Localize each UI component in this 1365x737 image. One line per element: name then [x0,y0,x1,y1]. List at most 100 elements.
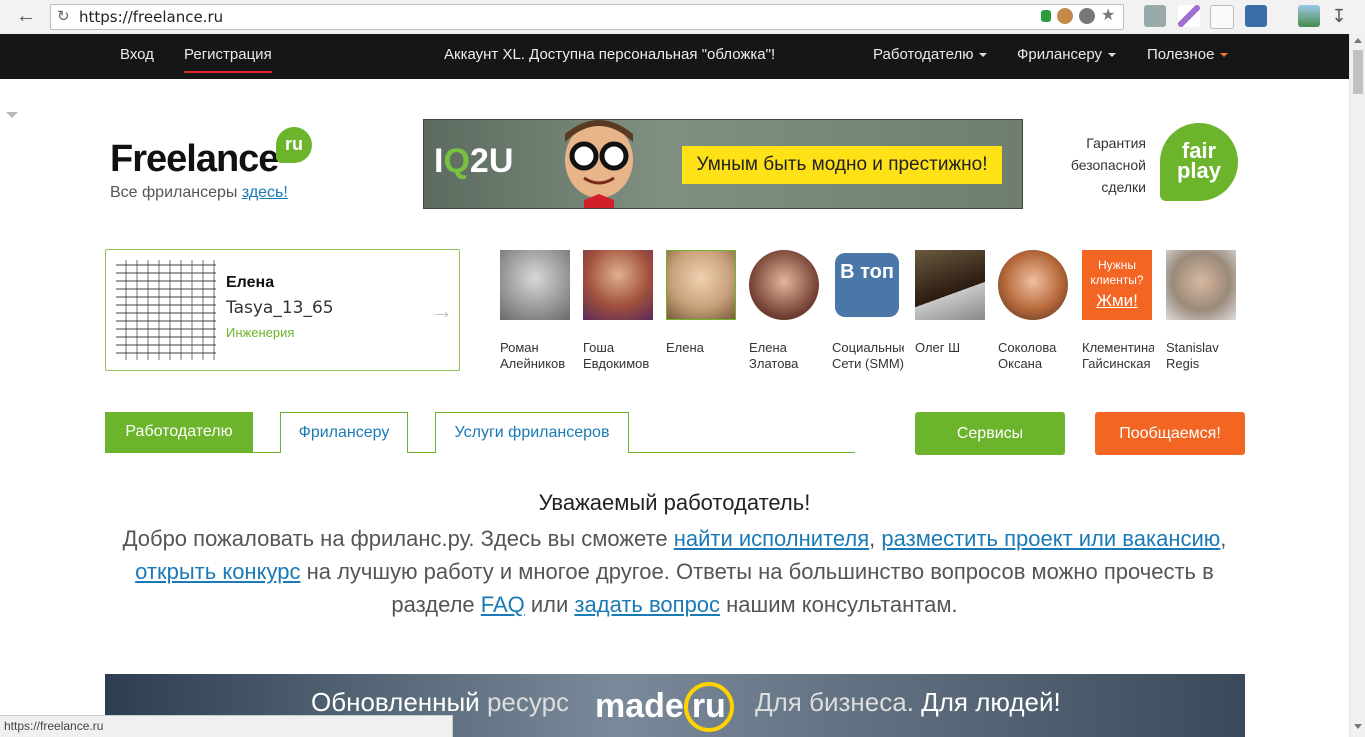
welcome-text-part: нашим консультантам. [720,592,958,617]
avatar-name-line: Елена [666,340,704,355]
fair-play-logo[interactable]: fair play [1160,123,1238,201]
browser-toolbar: ← ↻ https://freelance.ru ★ ↧ [0,0,1365,35]
freelancer-avatar-item[interactable]: Елена Златова [749,250,819,372]
brand-part: 2U [469,142,514,180]
avatar-name-line: Regis [1166,356,1200,371]
portfolio-thumbnail [116,260,216,360]
login-link[interactable]: Вход [120,46,154,63]
freelancer-avatar-item[interactable]: Stanislav Regis [1166,250,1236,372]
freelancer-menu[interactable]: Фрилансеру [1017,46,1117,63]
arrow-right-icon[interactable]: → [431,298,453,324]
extension-image-icon[interactable] [1298,5,1320,27]
services-button[interactable]: Сервисы [915,412,1065,455]
cookie-icon[interactable] [1057,8,1073,24]
address-bar[interactable]: ↻ https://freelance.ru ★ [50,4,1124,30]
avatar-name-line: Гайсинская [1082,356,1151,371]
useful-menu-label: Полезное [1147,46,1215,63]
avatar-name: Клементина Гайсинская [1082,340,1154,372]
xl-promo-link[interactable]: Аккаунт XL. Доступна персональная "облож… [444,46,775,63]
extension-pen-icon[interactable] [1178,5,1200,27]
vk-top-tile: В топ [835,253,899,317]
freelancer-avatar-item[interactable]: Роман Алейников [500,250,570,372]
kid-with-glasses-image [565,120,633,208]
welcome-text: Добро пожаловать на фриланс.ру. Здесь вы… [112,522,1237,621]
avatar-name-line: Гоша [583,340,615,355]
avatar [500,250,570,320]
avatar-name-line: Олег Ш [915,340,961,355]
featured-freelancer-card[interactable]: Елена Tasya_13_65 Инженерия → [105,249,460,371]
chat-button[interactable]: Пообщаемся! [1095,412,1245,455]
extension-profile-icon[interactable] [1245,5,1267,27]
freelancer-avatar-item[interactable]: Елена [666,250,736,356]
collapse-toggle-icon[interactable] [6,112,18,118]
freelancer-avatar-item[interactable]: Олег Ш [915,250,985,356]
freelancer-avatar-item[interactable]: Гоша Евдокимов [583,250,653,372]
avatar-name-line: Евдокимов [583,356,650,371]
banner-text-part: Для бизнеса. [755,687,922,717]
useful-menu[interactable]: Полезное [1147,46,1229,63]
ask-question-link[interactable]: задать вопрос [574,592,720,617]
freelancer-avatar-item[interactable]: Нужны клиенты? Жми! Клементина Гайсинская [1082,250,1154,372]
freelancer-name: Елена [226,274,275,291]
tab-freelancer-services[interactable]: Услуги фрилансеров [435,412,629,453]
employer-menu-label: Работодателю [873,46,974,63]
iq2u-ad-banner[interactable]: IQ2U Умным быть модно и престижно! [423,119,1023,209]
avatar-name: Социальные Сети (SMM) [832,340,904,372]
here-link[interactable]: здесь! [242,184,288,201]
avatar-name: Олег Ш [915,340,987,356]
employer-menu[interactable]: Работодателю [873,46,988,63]
tab-freelancer[interactable]: Фрилансеру [280,412,408,453]
freelancer-menu-label: Фрилансеру [1017,46,1103,63]
freelancer-login: Tasya_13_65 [226,298,334,318]
site-logo[interactable]: Freelance [110,138,279,181]
avatar: В топ [832,250,902,320]
avatar [666,250,736,320]
avatar [915,250,985,320]
freelancer-avatar-item[interactable]: Соколова Оксана [998,250,1068,372]
avatar-name-line: Stanislav [1166,340,1219,355]
faq-link[interactable]: FAQ [481,592,525,617]
back-arrow-icon[interactable]: ← [14,5,38,29]
avatar [583,250,653,320]
freelancer-avatar-item[interactable]: В топ Социальные Сети (SMM) [832,250,904,372]
url-text[interactable]: https://freelance.ru [79,8,223,26]
scrollbar-thumb[interactable] [1353,50,1363,94]
register-link[interactable]: Регистрация [184,46,272,73]
all-freelancers-text: Все фрилансеры здесь! [110,184,288,202]
avatar-name-line: Златова [749,356,799,371]
avatar-name-line: Сети (SMM) [832,356,904,371]
made-ru-logo: made ru [595,682,734,732]
avatar-name-line: Елена [749,340,787,355]
avatar-name: Гоша Евдокимов [583,340,655,372]
guarantee-line: сделки [1101,179,1146,195]
avatar-name: Роман Алейников [500,340,572,372]
freelancer-specialty: Инженерия [226,325,295,340]
scroll-up-icon[interactable] [1354,38,1362,43]
play-text: play [1176,158,1222,183]
open-contest-link[interactable]: открыть конкурс [135,559,300,584]
reload-icon[interactable]: ↻ [57,7,70,25]
bulb-icon[interactable] [1079,8,1095,24]
guarantee-line: безопасной [1070,157,1146,173]
banner-text-part: Для людей! [921,687,1061,717]
welcome-title: Уважаемый работодатель! [538,490,811,515]
ru-circle: ru [683,682,734,732]
extension-shield-icon[interactable] [1210,5,1234,29]
safe-deal-guarantee: Гарантия безопасной сделки [1060,132,1146,198]
star-icon[interactable]: ★ [1101,8,1117,24]
welcome-text-part: Добро пожаловать на фриланс.ру. Здесь вы… [122,526,674,551]
avatar-name-line: Клементина [1082,340,1154,355]
avatar-name-line: Соколова [998,340,1057,355]
chevron-down-icon [979,53,988,58]
download-icon[interactable]: ↧ [1328,5,1350,27]
avatar-name-line: Оксана [998,356,1043,371]
chevron-down-icon [1220,53,1229,58]
tab-employer[interactable]: Работодателю [105,412,253,453]
find-performer-link[interactable]: найти исполнителя [674,526,869,551]
all-freelancers-label: Все фрилансеры [110,184,242,201]
banner-right-text: Для бизнеса. Для людей! [755,687,1061,718]
scroll-down-icon[interactable] [1354,724,1362,729]
scrollbar[interactable] [1349,34,1365,737]
extension-tools-icon[interactable] [1144,5,1166,27]
post-project-link[interactable]: разместить проект или вакансию [881,526,1220,551]
